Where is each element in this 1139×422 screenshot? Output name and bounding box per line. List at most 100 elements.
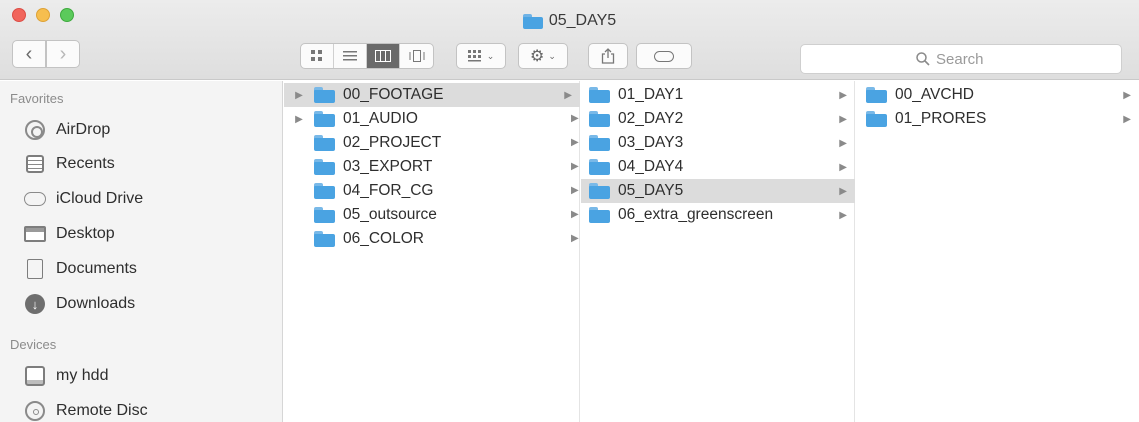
- window-title: 05_DAY5: [0, 12, 1139, 30]
- list-icon: [343, 51, 357, 61]
- folder-name: 03_DAY3: [618, 134, 684, 151]
- column-view-button[interactable]: [367, 44, 400, 68]
- list-item[interactable]: 05_DAY5 ▶: [581, 179, 855, 203]
- list-item[interactable]: 01_DAY1 ▶: [581, 83, 855, 107]
- folder-name: 05_outsource: [343, 206, 437, 223]
- chevron-left-icon: ‹: [25, 43, 33, 65]
- folder-name: 00_AVCHD: [895, 86, 974, 103]
- share-button[interactable]: [588, 43, 628, 69]
- folder-name: 06_COLOR: [343, 230, 424, 247]
- disclosure-triangle-icon: ▶: [295, 89, 303, 101]
- list-item[interactable]: ▶ 00_FOOTAGE ▶: [284, 83, 580, 107]
- folder-icon: [589, 111, 610, 127]
- chevron-right-icon: ▶: [839, 209, 847, 221]
- folder-icon: [314, 207, 335, 223]
- sidebar-item-airdrop[interactable]: AirDrop: [24, 118, 110, 142]
- chevron-right-icon: ▶: [571, 185, 579, 196]
- sidebar-item-documents[interactable]: Documents: [24, 257, 137, 281]
- list-item[interactable]: 04_FOR_CG: [284, 179, 580, 203]
- desktop-icon: [24, 223, 46, 245]
- folder-name: 06_extra_greenscreen: [618, 206, 774, 223]
- sidebar-item-label: iCloud Drive: [56, 190, 144, 207]
- list-item[interactable]: 05_outsource: [284, 203, 580, 227]
- folder-icon: [866, 111, 887, 127]
- folder-name: 05_DAY5: [618, 182, 684, 199]
- list-item[interactable]: 02_PROJECT: [284, 131, 580, 155]
- folder-name: 04_FOR_CG: [343, 182, 434, 199]
- disclosure-triangle-icon: ▶: [295, 113, 303, 125]
- chevron-right-icon: ▶: [571, 113, 579, 124]
- chevron-down-icon: ⌄: [486, 50, 495, 61]
- chevron-right-icon: ▶: [839, 185, 847, 197]
- search-input[interactable]: [936, 50, 1006, 68]
- gear-icon: ⚙: [530, 48, 545, 65]
- folder-name: 01_AUDIO: [343, 110, 418, 127]
- folder-name: 03_EXPORT: [343, 158, 433, 175]
- sidebar: Favorites AirDrop Recents iCloud Drive D…: [0, 81, 283, 422]
- list-item[interactable]: 06_extra_greenscreen ▶: [581, 203, 855, 227]
- folder-icon: [589, 207, 610, 223]
- window-toolbar: 05_DAY5 ‹ › ⌄ ⚙ ⌄: [0, 0, 1139, 80]
- folder-icon: [589, 183, 610, 199]
- sidebar-item-label: Remote Disc: [56, 402, 148, 419]
- sidebar-item-label: AirDrop: [56, 121, 111, 138]
- share-icon: [601, 48, 615, 64]
- back-button[interactable]: ‹: [12, 40, 46, 68]
- chevron-right-icon: ▶: [571, 137, 579, 148]
- disc-icon: [24, 400, 46, 422]
- list-item[interactable]: 01_PRORES ▶: [856, 107, 1139, 131]
- chevron-right-icon: ▶: [1123, 113, 1131, 125]
- search-icon: [916, 52, 930, 66]
- chevron-right-icon: ›: [59, 43, 67, 65]
- sidebar-item-label: Documents: [56, 260, 137, 277]
- forward-button[interactable]: ›: [46, 40, 80, 68]
- downloads-icon: ↓: [24, 293, 46, 315]
- list-item[interactable]: 02_DAY2 ▶: [581, 107, 855, 131]
- folder-icon: [866, 87, 887, 103]
- list-item[interactable]: ▶ 01_AUDIO: [284, 107, 580, 131]
- sidebar-section-devices: Devices: [10, 337, 57, 352]
- arrange-button[interactable]: ⌄: [456, 43, 506, 69]
- action-button[interactable]: ⚙ ⌄: [518, 43, 568, 69]
- sidebar-item-desktop[interactable]: Desktop: [24, 222, 115, 246]
- cloud-icon: [24, 188, 46, 210]
- list-view-button[interactable]: [334, 44, 367, 68]
- list-item[interactable]: 06_COLOR: [284, 227, 580, 251]
- sidebar-item-label: my hdd: [56, 367, 109, 384]
- chevron-right-icon: ▶: [571, 233, 579, 244]
- sidebar-item-icloud-drive[interactable]: iCloud Drive: [24, 187, 143, 211]
- coverflow-view-button[interactable]: [400, 44, 433, 68]
- documents-icon: [24, 258, 46, 280]
- chevron-right-icon: ▶: [839, 113, 847, 125]
- folder-name: 02_PROJECT: [343, 134, 442, 151]
- folder-name: 00_FOOTAGE: [343, 86, 444, 103]
- sidebar-item-recents[interactable]: Recents: [24, 152, 115, 176]
- sidebar-section-favorites: Favorites: [10, 91, 64, 106]
- list-item[interactable]: 03_DAY3 ▶: [581, 131, 855, 155]
- tag-button[interactable]: [636, 43, 692, 69]
- folder-icon: [314, 159, 335, 175]
- search-field[interactable]: [800, 44, 1122, 74]
- sidebar-item-label: Downloads: [56, 295, 136, 312]
- chevron-down-icon: ⌄: [548, 50, 556, 61]
- browser-column-2: 01_DAY1 ▶ 02_DAY2 ▶ 03_DAY3 ▶ 04_DAY4 ▶ …: [581, 81, 855, 422]
- list-item[interactable]: 04_DAY4 ▶: [581, 155, 855, 179]
- hdd-icon: [24, 365, 46, 387]
- list-item[interactable]: 00_AVCHD ▶: [856, 83, 1139, 107]
- chevron-right-icon: ▶: [839, 137, 847, 149]
- folder-icon: [314, 111, 335, 127]
- folder-icon: [589, 135, 610, 151]
- arrange-grid-icon: [467, 50, 481, 62]
- recents-icon: [24, 153, 46, 175]
- sidebar-item-remote-disc[interactable]: Remote Disc: [24, 399, 148, 422]
- folder-name: 02_DAY2: [618, 110, 684, 127]
- column-1-trail-markers: ▶ ▶ ▶ ▶ ▶ ▶: [571, 83, 579, 251]
- folder-icon: [314, 87, 335, 103]
- list-item[interactable]: 03_EXPORT: [284, 155, 580, 179]
- chevron-right-icon: ▶: [839, 89, 847, 101]
- sidebar-item-my-hdd[interactable]: my hdd: [24, 364, 108, 388]
- icon-view-button[interactable]: [301, 44, 334, 68]
- view-mode-control: [300, 43, 434, 69]
- folder-icon: [589, 87, 610, 103]
- sidebar-item-downloads[interactable]: ↓ Downloads: [24, 292, 135, 316]
